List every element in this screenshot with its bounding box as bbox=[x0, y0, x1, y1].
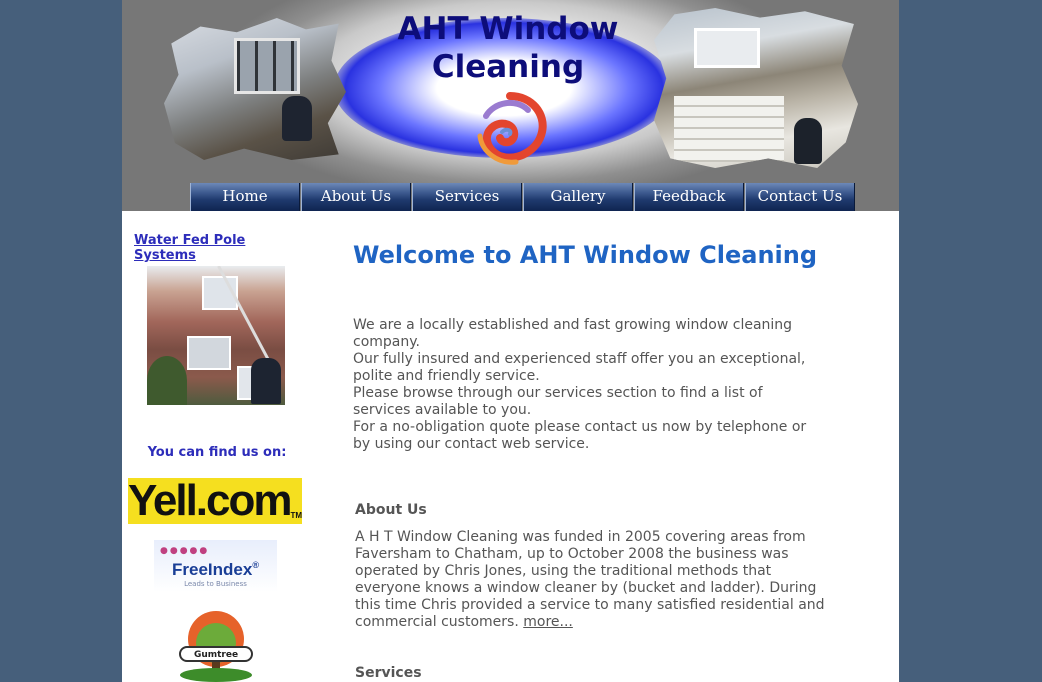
header-banner: AHT Window Cleaning Home About Us Servic… bbox=[122, 0, 899, 211]
intro-paragraph: Please browse through our services secti… bbox=[353, 385, 763, 418]
swirl-logo-icon bbox=[477, 92, 547, 165]
photo-worker bbox=[794, 118, 822, 164]
photo-worker bbox=[251, 358, 281, 404]
nav-services[interactable]: Services bbox=[412, 183, 522, 211]
freeindex-logo[interactable]: ●●●●● FreeIndex® Leads to Business bbox=[154, 540, 277, 592]
freeindex-dots-icon: ●●●●● bbox=[160, 546, 210, 556]
photo-worker bbox=[282, 96, 312, 141]
banner-photo-right bbox=[654, 8, 858, 168]
banner-photo-left bbox=[164, 18, 346, 160]
gumtree-logo[interactable]: Gumtree bbox=[172, 609, 260, 682]
photo-window bbox=[694, 28, 760, 68]
site-title: AHT Window Cleaning bbox=[368, 10, 648, 86]
freeindex-name: FreeIndex bbox=[172, 560, 253, 579]
gumtree-logo-text: Gumtree bbox=[194, 650, 238, 660]
water-fed-pole-link[interactable]: Water Fed Pole Systems bbox=[134, 233, 304, 263]
intro-text: We are a locally established and fast gr… bbox=[353, 317, 823, 453]
main-navigation: Home About Us Services Gallery Feedback … bbox=[190, 183, 860, 211]
intro-paragraph: Our fully insured and experienced staff … bbox=[353, 351, 806, 384]
yell-logo-text: Yell.com bbox=[127, 476, 293, 525]
freeindex-tagline: Leads to Business bbox=[184, 580, 247, 588]
intro-paragraph: We are a locally established and fast gr… bbox=[353, 317, 793, 350]
photo-window bbox=[234, 38, 300, 94]
more-link[interactable]: more... bbox=[523, 614, 573, 630]
page-title: Welcome to AHT Window Cleaning bbox=[353, 241, 818, 269]
nav-contact-us[interactable]: Contact Us bbox=[745, 183, 855, 211]
site-title-line2: Cleaning bbox=[431, 49, 585, 85]
services-heading: Services bbox=[355, 665, 422, 681]
about-us-text: A H T Window Cleaning was funded in 2005… bbox=[355, 529, 825, 631]
about-us-paragraph: A H T Window Cleaning was funded in 2005… bbox=[355, 529, 825, 630]
freeindex-registered-mark: ® bbox=[252, 560, 259, 570]
photo-window bbox=[187, 336, 231, 370]
nav-gallery[interactable]: Gallery bbox=[523, 183, 633, 211]
page-container: AHT Window Cleaning Home About Us Servic… bbox=[122, 0, 899, 682]
nav-about-us[interactable]: About Us bbox=[301, 183, 411, 211]
freeindex-logo-text: FreeIndex® bbox=[154, 560, 277, 580]
nav-feedback[interactable]: Feedback bbox=[634, 183, 744, 211]
about-us-heading: About Us bbox=[355, 502, 427, 518]
site-title-line1: AHT Window bbox=[397, 11, 619, 47]
sidebar-photo bbox=[147, 266, 285, 405]
photo-plant bbox=[147, 356, 187, 405]
yell-logo[interactable]: Yell.com TM bbox=[127, 476, 303, 525]
nav-home[interactable]: Home bbox=[190, 183, 300, 211]
photo-garage-door bbox=[674, 96, 784, 162]
intro-paragraph: For a no-obligation quote please contact… bbox=[353, 419, 807, 452]
find-us-label: You can find us on: bbox=[147, 445, 287, 460]
yell-trademark: TM bbox=[290, 511, 303, 520]
gumtree-ground-icon bbox=[180, 668, 252, 682]
